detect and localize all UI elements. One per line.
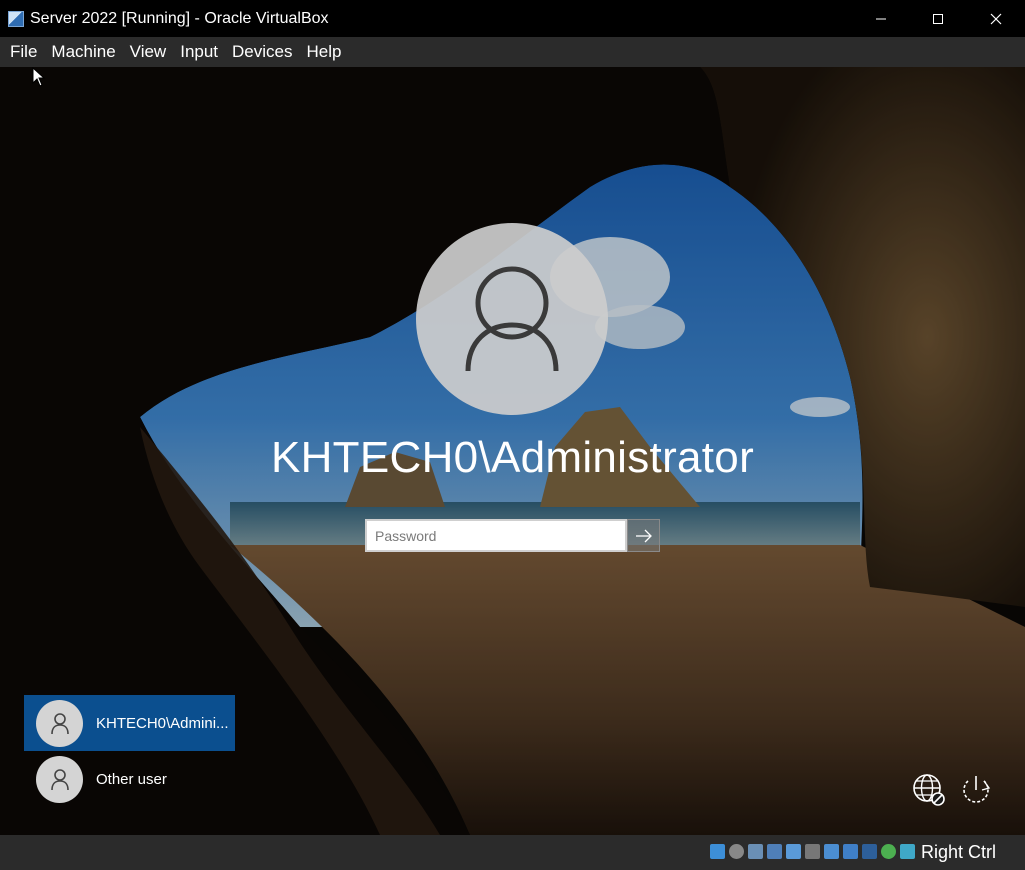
minimize-icon xyxy=(876,18,886,19)
display-icon[interactable] xyxy=(824,844,839,859)
menu-devices[interactable]: Devices xyxy=(225,37,299,67)
user-icon xyxy=(50,713,69,735)
close-icon xyxy=(990,13,1002,24)
title-bar: Server 2022 [Running] - Oracle VirtualBo… xyxy=(0,0,1025,37)
user-avatar-large xyxy=(416,223,608,415)
user-tile-label: KHTECH0\Admini... xyxy=(96,714,229,732)
menu-bar: File Machine View Input Devices Help xyxy=(0,37,1025,67)
hdd-icon[interactable] xyxy=(710,844,725,859)
avatar xyxy=(36,699,83,747)
password-box xyxy=(365,519,660,552)
keyboard-icon[interactable] xyxy=(900,844,915,859)
host-key-label: Right Ctrl xyxy=(921,842,997,862)
vm-display[interactable]: KHTECH0\Administrator KHTECH0\Admini... … xyxy=(0,67,1025,835)
avatar xyxy=(36,755,83,803)
maximize-button[interactable] xyxy=(909,0,967,37)
mouse-cursor-icon xyxy=(32,67,46,87)
user-tile-administrator[interactable]: KHTECH0\Admini... xyxy=(24,695,235,751)
submit-button[interactable] xyxy=(627,519,660,552)
mouse-integration-icon[interactable] xyxy=(881,844,896,859)
status-icons xyxy=(710,844,919,859)
minimize-button[interactable] xyxy=(852,0,910,37)
menu-file[interactable]: File xyxy=(3,37,44,67)
status-bar: Right Ctrl xyxy=(0,835,1025,870)
maximize-icon xyxy=(933,13,943,24)
login-username: KHTECH0\Administrator xyxy=(270,433,755,482)
user-icon xyxy=(465,266,559,372)
network-icon xyxy=(913,774,945,806)
menu-help[interactable]: Help xyxy=(300,37,349,67)
recording-icon[interactable] xyxy=(843,844,858,859)
vt-x-icon[interactable] xyxy=(862,844,877,859)
audio-icon[interactable] xyxy=(748,844,763,859)
shared-folders-icon[interactable] xyxy=(805,844,820,859)
optical-icon[interactable] xyxy=(729,844,744,859)
close-button[interactable] xyxy=(967,0,1025,37)
network-icon[interactable] xyxy=(767,844,782,859)
power-button[interactable] xyxy=(958,772,994,808)
menu-machine[interactable]: Machine xyxy=(44,37,122,67)
user-tile-other-user[interactable]: Other user xyxy=(24,751,235,807)
network-button[interactable] xyxy=(911,772,947,808)
power-icon xyxy=(963,776,991,803)
user-tile-label: Other user xyxy=(96,770,167,788)
menu-input[interactable]: Input xyxy=(173,37,225,67)
menu-view[interactable]: View xyxy=(123,37,174,67)
password-input[interactable] xyxy=(365,519,627,552)
usb-icon[interactable] xyxy=(786,844,801,859)
virtualbox-icon xyxy=(8,10,24,27)
user-icon xyxy=(50,769,69,791)
arrow-right-icon xyxy=(635,529,652,542)
window-title: Server 2022 [Running] - Oracle VirtualBo… xyxy=(30,9,329,27)
